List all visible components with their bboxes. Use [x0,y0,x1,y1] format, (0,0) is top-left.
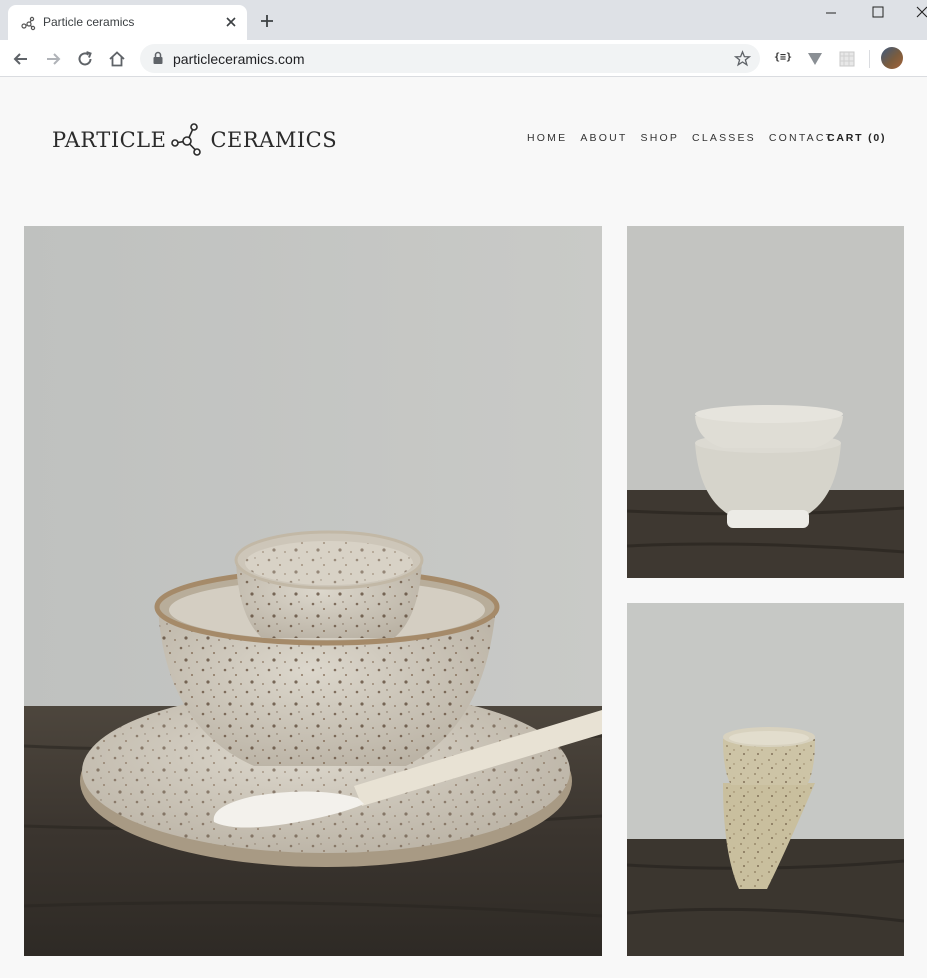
toolbar-divider [869,50,870,68]
nav-item-home[interactable]: HOME [527,132,567,144]
url-text: particleceramics.com [173,51,305,67]
logo-word-right: CERAMICS [210,128,338,152]
nav-item-contact[interactable]: CONTACT [769,132,834,144]
nav-item-classes[interactable]: CLASSES [692,132,756,144]
logo-word-left: PARTICLE [52,128,167,152]
browser-toolbar: particleceramics.com {≡} [0,40,927,77]
reload-icon[interactable] [75,49,95,69]
molecule-favicon-icon [21,16,36,31]
speckled-cups-photo[interactable] [627,603,904,956]
forward-arrow-icon[interactable] [43,49,63,69]
back-arrow-icon[interactable] [11,49,31,69]
new-tab-icon[interactable] [259,13,275,29]
close-window-icon[interactable] [915,5,927,19]
home-icon[interactable] [107,49,127,69]
molecule-logo-icon [171,123,202,156]
nav-item-shop[interactable]: SHOP [640,132,679,144]
address-bar[interactable]: particleceramics.com [140,44,760,73]
grid-extension-icon[interactable] [839,50,855,68]
bookmark-star-icon[interactable] [734,50,751,67]
tab-title: Particle ceramics [43,15,135,29]
browser-tab[interactable]: Particle ceramics [8,5,247,40]
main-nav: HOME ABOUT SHOP CLASSES CONTACT [527,132,847,144]
maximize-icon[interactable] [871,5,885,19]
site-logo[interactable]: PARTICLE CERAMICS [52,122,337,158]
browser-tabstrip: Particle ceramics [0,0,927,40]
profile-avatar[interactable] [881,47,903,69]
cart-link[interactable]: CART (0) [827,132,886,144]
close-tab-icon[interactable] [223,14,239,30]
v-extension-icon[interactable] [806,50,824,68]
white-bowls-photo[interactable] [627,226,904,578]
nav-item-about[interactable]: ABOUT [580,132,627,144]
lock-icon [153,51,163,64]
website-page: PARTICLE CERAMICS HOME ABOUT SHOP CLASSE… [0,78,927,978]
minimize-icon[interactable] [824,6,838,20]
speckled-bowl-set-photo[interactable] [24,226,602,956]
json-formatter-extension-icon[interactable]: {≡} [774,52,794,70]
